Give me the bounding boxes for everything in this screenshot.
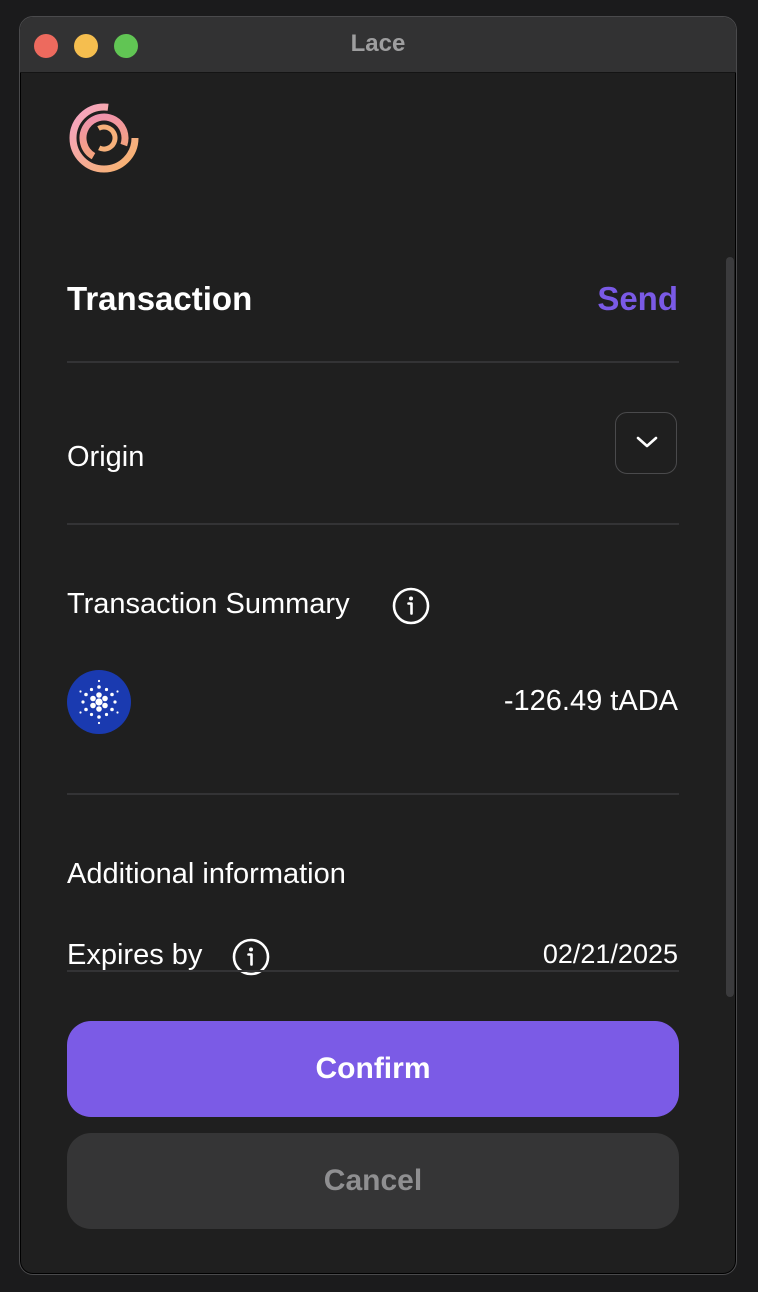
- transaction-type: Send: [597, 280, 678, 317]
- additional-information-title: Additional information: [67, 858, 346, 890]
- origin-expand-button[interactable]: [615, 412, 677, 474]
- divider: [67, 523, 679, 525]
- expires-by-value: 02/21/2025: [542, 939, 678, 969]
- chevron-down-icon: [636, 436, 658, 448]
- divider: [67, 970, 679, 972]
- divider: [67, 793, 679, 795]
- title-bar[interactable]: Lace: [20, 17, 736, 73]
- cancel-button[interactable]: Cancel: [67, 1133, 679, 1229]
- lace-window: Lace Transaction Send Origin Transaction…: [19, 16, 737, 1275]
- scrollbar[interactable]: [726, 257, 734, 997]
- confirm-button[interactable]: Confirm: [67, 1021, 679, 1117]
- window-title: Lace: [350, 30, 406, 57]
- transaction-summary-title: Transaction Summary: [67, 588, 350, 620]
- transaction-title: Transaction: [67, 280, 253, 317]
- transaction-amount: -126.49 tADA: [503, 685, 678, 717]
- info-icon[interactable]: [392, 587, 430, 625]
- origin-label: Origin: [67, 441, 145, 473]
- cardano-icon: [67, 670, 131, 734]
- expires-by-label: Expires by: [67, 939, 203, 971]
- transaction-panel: Transaction Send Origin Transaction Summ…: [20, 73, 736, 1274]
- divider: [67, 361, 679, 363]
- lace-logo-icon: [69, 103, 139, 173]
